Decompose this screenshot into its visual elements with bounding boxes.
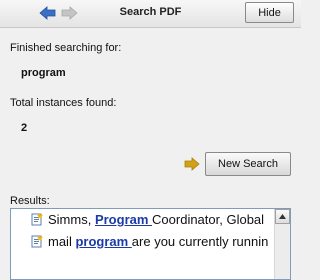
result-match: Program xyxy=(94,212,153,227)
search-term: program xyxy=(21,67,66,79)
results-scrollbar[interactable] xyxy=(274,209,290,279)
toolbar-header: Search PDF Hide xyxy=(0,0,301,28)
scroll-up-button[interactable] xyxy=(275,209,290,224)
results-label: Results: xyxy=(10,195,50,207)
search-result-icon xyxy=(31,235,43,248)
result-text-before: Simms, xyxy=(48,212,95,227)
result-text-after: Coordinator, Global xyxy=(152,212,265,227)
search-result-icon xyxy=(31,213,43,226)
searching-label: Finished searching for: xyxy=(10,42,122,54)
new-search-button[interactable]: New Search xyxy=(205,152,291,176)
hide-button[interactable]: Hide xyxy=(245,2,294,23)
result-text-before: mail xyxy=(48,234,76,249)
forward-arrow-icon xyxy=(184,157,200,171)
results-list[interactable]: Simms, Program Coordinator, Global mail … xyxy=(10,208,291,280)
result-match: program xyxy=(75,234,132,249)
result-text-after: are you currently runnin xyxy=(131,234,269,249)
instances-count: 2 xyxy=(21,122,28,134)
total-instances-label: Total instances found: xyxy=(10,97,117,109)
chevron-up-icon xyxy=(279,214,286,219)
